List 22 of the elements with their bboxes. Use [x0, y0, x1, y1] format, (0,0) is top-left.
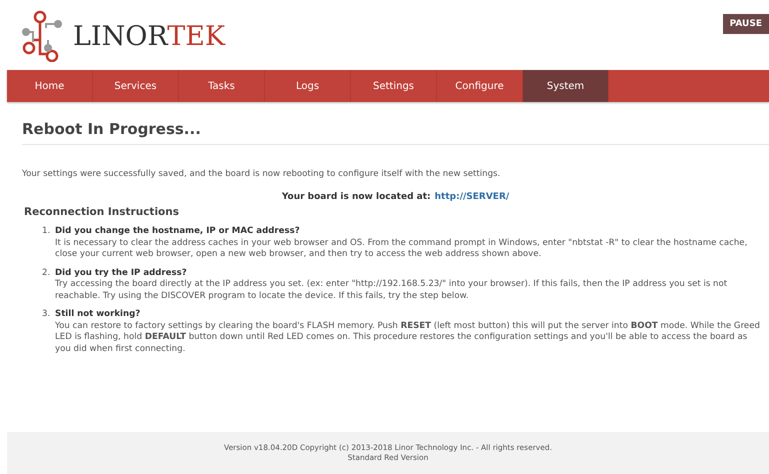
question-text: Did you change the hostname, IP or MAC address?: [55, 226, 301, 238]
nav-tab[interactable]: Services: [93, 70, 179, 102]
answer-text: You can restore to factory settings by clearing the board's FLASH memory. Push RESET (left most button) this will put the server into BOOT mode. While the Greed LED is flashing, hold DEFAULT button down until Red LED comes on. This procedure restores the configuration settings and you'll be able to access the board as you did when first connecting.: [55, 320, 761, 355]
section-heading: Reconnection Instructions: [24, 206, 180, 218]
nav-tab[interactable]: Logs: [265, 70, 351, 102]
location-label: Your board is now located at:: [282, 192, 431, 202]
list-number: 1.: [42, 226, 52, 238]
nav-tab[interactable]: Home: [7, 70, 93, 102]
question-text: Still not working?: [55, 309, 142, 320]
logo-text: LINORTEK: [73, 20, 226, 52]
status-message: Your settings were successfully saved, and the board is now rebooting to configure itself with the new settings.: [22, 169, 502, 179]
nav-tab[interactable]: Settings: [351, 70, 437, 102]
answer-text: Try accessing the board directly at the IP address you set. (ex: enter "http://192.168.5.23/" into your browser). If this fails, then the IP address you set is not reachable. Try using the DISCOVER program to locate the device. If this fails, try the step below.: [55, 279, 728, 302]
server-link[interactable]: http://SERVER/: [434, 192, 510, 202]
pause-button[interactable]: PAUSE: [722, 14, 769, 34]
list-number: 3.: [42, 309, 52, 321]
list-number: 2.: [42, 268, 52, 280]
nav-tab[interactable]: System: [523, 70, 609, 102]
page-title: Reboot In Progress...: [22, 120, 769, 145]
answer-text: It is necessary to clear the address caches in your web browser and OS. From the command prompt in Windows, enter "nbtstat -R" to clear the hostname cache, close your current web browser, open a new web browser, and then try to access the web address shown above.: [55, 238, 748, 260]
nav-tab[interactable]: Tasks: [179, 70, 265, 102]
question-text: Did you try the IP address?: [55, 268, 188, 279]
